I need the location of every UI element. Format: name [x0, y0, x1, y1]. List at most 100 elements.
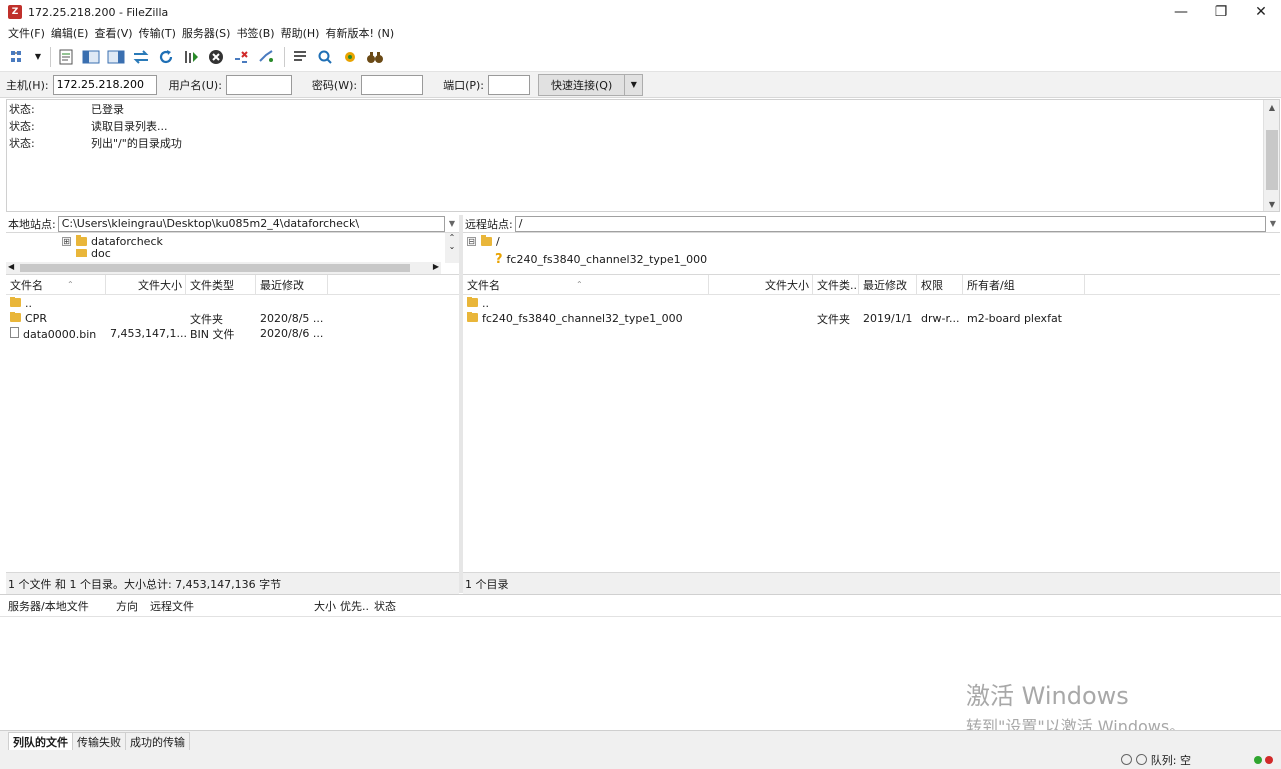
tree-node[interactable]: ⊞ dataforcheck: [6, 233, 459, 249]
menu-edit[interactable]: 编辑(E): [51, 25, 89, 41]
refresh-icon[interactable]: [155, 46, 177, 68]
col-priority[interactable]: 优先...: [336, 598, 370, 614]
password-input[interactable]: [361, 74, 424, 95]
col-modified[interactable]: 最近修改: [256, 274, 328, 295]
list-item[interactable]: data0000.bin 7,453,147,1... BIN 文件 2020/…: [6, 326, 459, 341]
menu-bookmarks[interactable]: 书签(B): [236, 25, 274, 41]
remote-path-input[interactable]: /: [514, 215, 1266, 232]
col-status[interactable]: 状态: [370, 598, 410, 614]
folder-icon: [76, 234, 87, 246]
scroll-thumb[interactable]: [20, 264, 410, 272]
local-file-list[interactable]: .. CPR 文件夹 2020/8/5 ... data0000.bin 7,4…: [6, 295, 459, 341]
message-log[interactable]: 状态: 已登录 状态: 读取目录列表... 状态: 列出"/"的目录成功 ▲ ▼: [6, 99, 1280, 212]
col-direction[interactable]: 方向: [112, 598, 146, 614]
minimize-button[interactable]: —: [1161, 0, 1201, 24]
speed-limit-icon[interactable]: [1135, 754, 1147, 765]
col-permissions[interactable]: 权限: [917, 274, 963, 295]
file-type: 文件夹: [817, 312, 850, 326]
search-icon[interactable]: [364, 46, 386, 68]
menu-new-version[interactable]: 有新版本! (N): [325, 25, 394, 41]
col-size[interactable]: 大小: [306, 598, 336, 614]
restore-button[interactable]: ❐: [1201, 0, 1241, 24]
scroll-up-icon[interactable]: ▲: [1264, 100, 1280, 114]
tab-queued-files[interactable]: 列队的文件: [8, 732, 73, 750]
log-scrollbar[interactable]: ▲ ▼: [1263, 100, 1279, 211]
list-item[interactable]: CPR 文件夹 2020/8/5 ...: [6, 311, 459, 326]
compare-icon[interactable]: [314, 46, 336, 68]
sync-browse-icon[interactable]: [339, 46, 361, 68]
col-server-local-file[interactable]: 服务器/本地文件: [0, 598, 112, 614]
host-input[interactable]: [52, 74, 157, 95]
col-filesize[interactable]: 文件大小: [106, 274, 186, 295]
queue-tabs: 列队的文件 传输失败 成功的传输: [0, 730, 1281, 750]
filter-icon[interactable]: [289, 46, 311, 68]
username-input[interactable]: [225, 74, 292, 95]
window-title: 172.25.218.200 - FileZilla: [28, 5, 169, 19]
scroll-down-icon[interactable]: ▼: [1264, 197, 1280, 211]
file-permissions: drw-r...: [921, 312, 960, 325]
col-owner[interactable]: 所有者/组: [963, 274, 1085, 295]
tree-node[interactable]: ⊟ /: [463, 233, 1280, 249]
list-item[interactable]: fc240_fs3840_channel32_type1_000 文件夹 201…: [463, 311, 1280, 326]
port-input[interactable]: [488, 74, 531, 95]
local-dir-tree[interactable]: ⊞ dataforcheck doc ◀ ▶ ⌃ ⌄: [6, 233, 459, 275]
tab-successful-transfers[interactable]: 成功的传输: [125, 732, 190, 750]
toggle-log-icon[interactable]: [55, 46, 77, 68]
settings-icon[interactable]: [1120, 754, 1132, 765]
dropdown-icon[interactable]: ▼: [33, 46, 43, 68]
scroll-right-icon[interactable]: ▶: [433, 262, 439, 271]
receive-led-icon: [1254, 755, 1262, 764]
remote-path-dropdown-icon[interactable]: ▼: [1266, 219, 1280, 228]
reconnect-icon[interactable]: [255, 46, 277, 68]
menu-transfer[interactable]: 传输(T): [139, 25, 176, 41]
process-queue-icon[interactable]: [180, 46, 202, 68]
col-remote-file[interactable]: 远程文件: [146, 598, 306, 614]
local-path-input[interactable]: C:\Users\kleingrau\Desktop\ku085m2_4\dat…: [57, 215, 445, 232]
col-filesize[interactable]: 文件大小: [709, 274, 813, 295]
col-filetype[interactable]: 文件类...: [813, 274, 859, 295]
remote-file-list[interactable]: .. fc240_fs3840_channel32_type1_000 文件夹 …: [463, 295, 1280, 326]
toolbar-separator: [284, 46, 285, 67]
folder-icon: [76, 249, 87, 257]
collapse-icon[interactable]: ⊟: [467, 236, 476, 246]
tree-node[interactable]: ? fc240_fs3840_channel32_type1_000: [463, 249, 1280, 269]
col-filename[interactable]: 文件名 ⌃: [463, 274, 709, 295]
file-name: CPR: [25, 312, 47, 325]
queue-status-text: 队列: 空: [1150, 753, 1191, 767]
log-message: 读取目录列表...: [91, 119, 168, 133]
toggle-queue-icon[interactable]: [130, 46, 152, 68]
quickconnect-dropdown-button[interactable]: ▼: [625, 73, 644, 96]
toggle-local-tree-icon[interactable]: [80, 46, 102, 68]
file-name: fc240_fs3840_channel32_type1_000: [482, 312, 683, 325]
col-filetype[interactable]: 文件类型: [186, 274, 256, 295]
local-tree-hscroll[interactable]: ◀ ▶: [6, 262, 441, 274]
menu-help[interactable]: 帮助(H): [281, 25, 320, 41]
filezilla-app-icon[interactable]: Z: [8, 5, 22, 19]
tree-node[interactable]: doc: [6, 249, 459, 257]
close-button[interactable]: ✕: [1241, 0, 1281, 24]
tree-node-label: doc: [91, 249, 111, 257]
toggle-remote-tree-icon[interactable]: [105, 46, 127, 68]
col-filename[interactable]: 文件名 ⌃: [6, 274, 106, 295]
list-item[interactable]: ..: [463, 296, 1280, 311]
log-row: 状态: 列出"/"的目录成功: [7, 134, 1279, 151]
scroll-left-icon[interactable]: ◀: [8, 262, 14, 271]
cancel-icon[interactable]: [205, 46, 227, 68]
scroll-thumb[interactable]: [1266, 130, 1278, 190]
file-modified: 2020/8/5 ...: [260, 312, 324, 325]
menu-server[interactable]: 服务器(S): [182, 25, 231, 41]
remote-dir-tree[interactable]: ⊟ / ? fc240_fs3840_channel32_type1_000: [463, 233, 1280, 275]
menu-view[interactable]: 查看(V): [94, 25, 132, 41]
menu-file[interactable]: 文件(F): [8, 25, 45, 41]
expand-icon[interactable]: ⊞: [62, 236, 71, 246]
local-tree-vscroll[interactable]: ⌃ ⌄: [445, 233, 459, 263]
remote-file-header: 文件名 ⌃ 文件大小 文件类... 最近修改 权限 所有者/组: [463, 274, 1280, 295]
list-item[interactable]: ..: [6, 296, 459, 311]
site-manager-icon[interactable]: [8, 46, 30, 68]
col-modified[interactable]: 最近修改: [859, 274, 917, 295]
disconnect-icon[interactable]: [230, 46, 252, 68]
quickconnect-button[interactable]: 快速连接(Q): [538, 73, 626, 96]
tab-failed-transfers[interactable]: 传输失败: [72, 732, 126, 750]
local-path-dropdown-icon[interactable]: ▼: [445, 219, 459, 228]
log-row: 状态: 已登录: [7, 100, 1279, 117]
